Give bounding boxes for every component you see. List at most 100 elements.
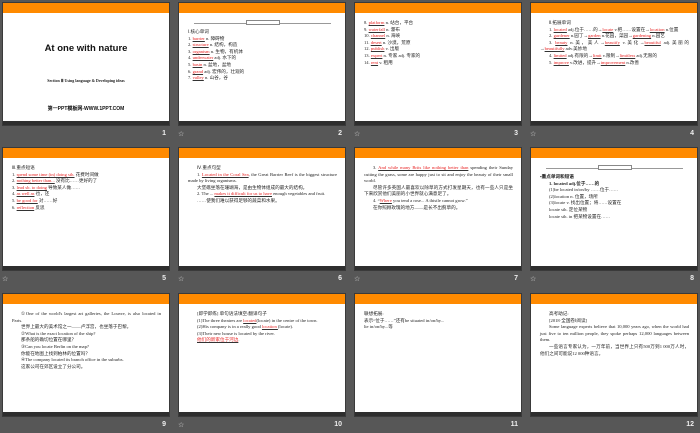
- answer-text: rent: [370, 59, 379, 65]
- text-segment: v. 租用: [378, 59, 393, 65]
- slide-thumbnail-6[interactable]: Ⅳ.重点句型 1. Located in the Coral Sea, the G…: [178, 147, 346, 287]
- text-segment: ③Can you locate Berlin on the map?: [21, 343, 89, 349]
- answer-text: spend some time (in) doing sth.: [16, 171, 75, 177]
- slide-preview[interactable]: At one with nature Section Ⅲ Using langua…: [2, 2, 170, 126]
- answer-text: limited: [553, 52, 567, 58]
- slide-preview[interactable]: 8. platform n. 站台，平台 9. waterfall n. 瀑布 10…: [354, 2, 522, 126]
- animation-icon[interactable]: ☆: [178, 130, 184, 138]
- text-segment: 13.: [364, 52, 371, 58]
- slide-content: 3. And while many Brits like nothing bet…: [364, 165, 513, 211]
- header-label-box: [245, 20, 280, 25]
- text-segment: n. 结构，构造: [208, 42, 238, 48]
- slide-content: ▪重点单词和短语 1. located adj.位于……的 (1)be locat…: [540, 165, 689, 220]
- slide-top-bar: [531, 3, 697, 13]
- slide-thumbnail-12[interactable]: 高考助记: [2018·全国卷Ⅰ阅读] Some language experts …: [530, 293, 698, 433]
- animation-icon[interactable]: ☆: [354, 275, 360, 283]
- text-segment: n. 生物，有机体: [209, 48, 243, 54]
- slide-thumbnail-1[interactable]: At one with nature Section Ⅲ Using langua…: [2, 2, 170, 142]
- answer-text: location: [649, 26, 665, 32]
- slide-top-bar: [531, 294, 697, 304]
- slide-top-bar: [179, 294, 345, 304]
- animation-icon[interactable]: ☆: [354, 130, 360, 138]
- slide-preview[interactable]: ①One of the world's largest art gallerie…: [2, 293, 170, 417]
- animation-icon[interactable]: ☆: [530, 275, 536, 283]
- slide-bottom-bar: [179, 121, 345, 125]
- slide-preview[interactable]: ▪重点单词和短语 1. located adj.位于……的 (1)be locat…: [530, 147, 698, 271]
- slide-thumbnail-5[interactable]: Ⅲ.重点短语 1. spend some time (in) doing sth.…: [2, 147, 170, 287]
- text-segment: n. 瀑布: [384, 26, 400, 32]
- text-segment: 没有比……更好的了: [54, 178, 98, 184]
- text-segment: (locate) in the centre of the town.: [256, 317, 318, 323]
- text-line: 你能在地图上找到柏林的位置吗？: [12, 351, 161, 358]
- animation-icon[interactable]: ☆: [178, 421, 184, 429]
- animation-icon[interactable]: ☆: [2, 275, 8, 283]
- slide-number: 5: [162, 275, 166, 282]
- text-segment: ①One of the world's largest art gallerie…: [12, 311, 161, 323]
- text-segment: n. 专家 adj. 专家的: [382, 52, 421, 58]
- answer-text: 他们的新家位于河边: [197, 337, 239, 343]
- slide-preview[interactable]: Ⅰ.核心单词 1. barrier n. 障碍物 2. structure n. 结…: [178, 2, 346, 126]
- text-line: locate sth. in 把某物设置在……: [540, 214, 689, 221]
- animation-icon[interactable]: ☆: [530, 130, 536, 138]
- text-line: ③Can you locate Berlin on the map?: [12, 344, 161, 351]
- text-segment: locate sth. in 把某物设置在……: [549, 213, 611, 219]
- text-line: 那条船的确切位置在哪里？: [12, 337, 161, 344]
- text-segment: (1)be located in/on/by ……位于……: [549, 187, 619, 193]
- answer-text: improve: [553, 59, 569, 65]
- text-line: 他们的新家位于河边.: [188, 337, 337, 344]
- text-line: (1)The three theatres are located(locate…: [188, 318, 337, 325]
- site-name: 第一PPT模板网-WWW.1PPT.COM: [47, 106, 125, 112]
- slide-number: 11: [510, 421, 518, 428]
- slide-thumbnail-4[interactable]: Ⅱ.拓展单词 1. located adj.位于……的→locate v.把……设…: [530, 2, 698, 142]
- slide-preview[interactable]: Ⅳ.重点句型 1. Located in the Coral Sea, the G…: [178, 147, 346, 271]
- text-segment: .: [238, 337, 240, 343]
- text-segment: (3)locate v. 找出位置；将……设置在: [549, 200, 622, 206]
- text-segment: enough vegetables and fruit.: [272, 191, 326, 197]
- answer-text: location: [261, 324, 278, 330]
- text-segment: n.位置: [664, 26, 679, 32]
- answer-text: organism: [192, 48, 210, 54]
- text-line: Ⅱ.拓展单词: [540, 20, 689, 27]
- answer-text: nothing better than...: [16, 178, 55, 184]
- text-segment: v.限制→: [601, 52, 620, 58]
- text-segment: 14.: [364, 59, 371, 65]
- text-segment: n. 沙漠，荒原: [381, 39, 411, 45]
- slide-top-bar: [179, 148, 345, 158]
- animation-icon[interactable]: ☆: [178, 275, 184, 283]
- text-line: Some language experts believe that 10,00…: [540, 324, 689, 344]
- text-segment: 表示“位于……”还有be situated in/on/by...: [364, 317, 445, 323]
- answer-text: gardener: [553, 33, 570, 39]
- text-segment: n. 障碍物: [204, 35, 225, 41]
- slide-thumbnail-9[interactable]: ①One of the world's largest art gallerie…: [2, 293, 170, 433]
- slide-bottom-bar: [3, 121, 169, 125]
- section-header-decoration: [546, 165, 683, 171]
- text-line: 4. limited adj.有限的→limit v.限制→limitless …: [540, 53, 689, 60]
- slide-preview[interactable]: 联想拓展: 表示“位于……”还有be situated in/on/by... li…: [354, 293, 522, 417]
- text-segment: v.把……设置在→: [613, 26, 650, 32]
- text-segment: Ⅱ.拓展单词: [549, 20, 571, 25]
- text-segment: v.美化→: [619, 39, 645, 45]
- slide-content: ①One of the world's largest art gallerie…: [12, 311, 161, 370]
- slide-thumbnail-11[interactable]: 联想拓展: 表示“位于……”还有be situated in/on/by... li…: [354, 293, 522, 433]
- slide-thumbnail-8[interactable]: ▪重点单词和短语 1. located adj.位于……的 (1)be locat…: [530, 147, 698, 287]
- slide-preview[interactable]: 高考助记: [2018·全国卷Ⅰ阅读] Some language experts …: [530, 293, 698, 417]
- text-line: 2. nothing better than... 没有比……更好的了: [12, 178, 161, 185]
- slide-thumbnail-7[interactable]: 3. And while many Brits like nothing bet…: [354, 147, 522, 287]
- slide-thumbnail-3[interactable]: 8. platform n. 站台，平台 9. waterfall n. 瀑布 10…: [354, 2, 522, 142]
- slide-preview[interactable]: Ⅱ.拓展单词 1. located adj.位于……的→locate v.把……设…: [530, 2, 698, 126]
- answer-text: gardening: [632, 33, 652, 39]
- slide-preview[interactable]: 3. And while many Brits like nothing bet…: [354, 147, 522, 271]
- text-segment: 联想拓展:: [364, 311, 384, 316]
- text-line: 4. underwater adj. 水下的: [188, 55, 337, 62]
- text-segment: v. 出版: [384, 46, 400, 52]
- slide-preview[interactable]: Ⅲ.重点短语 1. spend some time (in) doing sth.…: [2, 147, 170, 271]
- text-segment: 花费时间做: [74, 171, 99, 177]
- slide-thumbnail-10[interactable]: [即学即练] 单句语法填空/翻译句子 (1)The three theatres …: [178, 293, 346, 433]
- slide-title: At one with nature: [44, 43, 128, 54]
- slide-number: 8: [690, 275, 694, 282]
- slide-preview[interactable]: [即学即练] 单句语法填空/翻译句子 (1)The three theatres …: [178, 293, 346, 417]
- slide-top-bar: [355, 294, 521, 304]
- slide-thumbnail-2[interactable]: Ⅰ.核心单词 1. barrier n. 障碍物 2. structure n. 结…: [178, 2, 346, 142]
- text-segment: 2. The ...: [197, 191, 215, 197]
- slide-bottom-bar: [179, 266, 345, 270]
